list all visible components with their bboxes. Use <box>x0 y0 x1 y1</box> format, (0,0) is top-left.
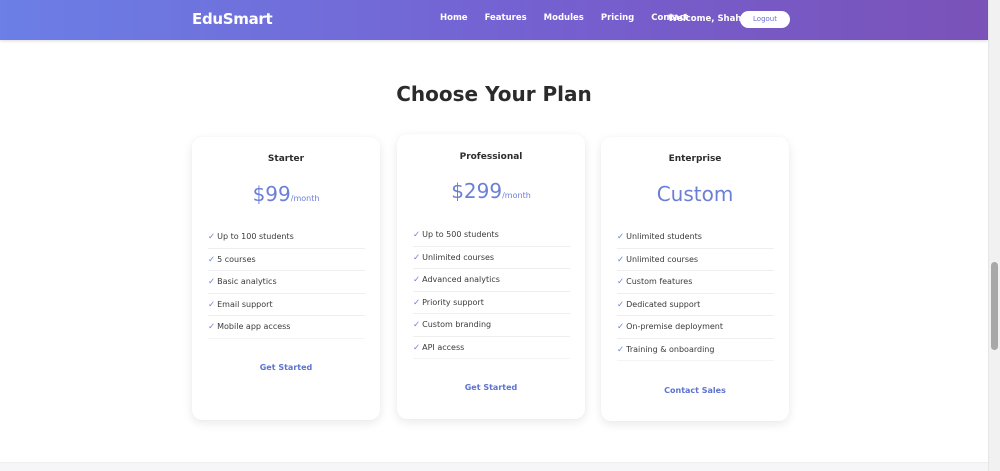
check-icon: ✓ <box>413 275 421 285</box>
feature-item: ✓ Mobile app access <box>208 316 365 339</box>
get-started-button[interactable]: Get Started <box>397 383 585 392</box>
feature-label: Advanced analytics <box>422 275 500 284</box>
check-icon: ✓ <box>617 232 625 242</box>
navbar: EduSmart Home Features Modules Pricing C… <box>0 0 988 40</box>
feature-label: API access <box>422 342 465 352</box>
check-icon: ✓ <box>208 299 216 310</box>
feature-item: ✓ API access <box>413 337 570 359</box>
feature-list: ✓ Up to 100 students ✓ 5 courses ✓ Basic an… <box>208 226 365 339</box>
nav-link-home[interactable]: Home <box>440 13 468 23</box>
brand-logo[interactable]: EduSmart <box>192 10 273 28</box>
section-title: Choose Your Plan <box>396 82 592 106</box>
check-icon: ✓ <box>208 232 216 242</box>
feature-label: Mobile app access <box>217 322 291 331</box>
feature-list: ✓ Up to 500 students ✓ Unlimited courses ✓… <box>413 224 570 359</box>
vertical-scrollbar[interactable] <box>988 0 1000 471</box>
feature-label: Priority support <box>422 297 484 307</box>
feature-item: ✓ Basic analytics <box>208 271 365 294</box>
feature-item: ✓ 5 courses <box>208 249 365 271</box>
nav-link-features[interactable]: Features <box>485 13 527 23</box>
check-icon: ✓ <box>617 254 625 265</box>
feature-list: ✓ Unlimited students ✓ Unlimited courses ✓… <box>617 226 774 361</box>
check-icon: ✓ <box>413 320 421 330</box>
feature-label: On-premise deployment <box>626 322 723 331</box>
check-icon: ✓ <box>413 252 421 263</box>
feature-item: ✓ Email support <box>208 294 365 316</box>
feature-item: ✓ Unlimited courses <box>617 249 774 271</box>
welcome-text: Welcome, Shahd <box>668 14 748 24</box>
check-icon: ✓ <box>208 322 216 332</box>
feature-item: ✓ Custom branding <box>413 314 570 337</box>
check-icon: ✓ <box>208 254 216 265</box>
feature-label: Unlimited courses <box>626 254 699 264</box>
feature-label: Dedicated support <box>626 299 701 309</box>
feature-label: Training & onboarding <box>626 344 715 354</box>
price-period: /month <box>290 194 320 203</box>
check-icon: ✓ <box>413 342 421 353</box>
scrollbar-thumb[interactable] <box>991 262 998 350</box>
nav-links: Home Features Modules Pricing Contact <box>440 13 705 23</box>
contact-sales-button[interactable]: Contact Sales <box>601 386 789 395</box>
nav-link-pricing[interactable]: Pricing <box>601 13 634 23</box>
nav-link-modules[interactable]: Modules <box>544 13 584 23</box>
feature-label: Up to 100 students <box>217 232 294 241</box>
plan-card-starter: Starter $99/month ✓ Up to 100 students ✓ 5… <box>192 137 380 420</box>
feature-label: Basic analytics <box>217 277 277 286</box>
check-icon: ✓ <box>617 344 625 355</box>
plan-card-professional: Professional $299/month ✓ Up to 500 stude… <box>397 134 585 419</box>
feature-item: ✓ Unlimited students <box>617 226 774 249</box>
price-period: /month <box>502 191 531 200</box>
plan-price: $299/month <box>397 179 585 203</box>
check-icon: ✓ <box>617 322 625 332</box>
feature-item: ✓ Custom features <box>617 271 774 294</box>
feature-label: Unlimited students <box>626 232 702 241</box>
plan-card-enterprise: Enterprise Custom ✓ Unlimited students ✓ U… <box>601 137 789 421</box>
feature-item: ✓ Priority support <box>413 292 570 314</box>
next-section-edge <box>0 462 988 471</box>
feature-item: ✓ Advanced analytics <box>413 269 570 292</box>
logout-button[interactable]: Logout <box>740 11 790 28</box>
price-amount: $299 <box>451 179 503 203</box>
feature-item: ✓ Training & onboarding <box>617 339 774 361</box>
feature-label: Custom branding <box>422 320 492 329</box>
check-icon: ✓ <box>617 299 625 310</box>
price-amount: Custom <box>656 182 734 206</box>
check-icon: ✓ <box>413 297 421 308</box>
plan-price: $99/month <box>192 182 380 206</box>
feature-label: Custom features <box>626 277 693 286</box>
feature-item: ✓ Dedicated support <box>617 294 774 316</box>
feature-label: Unlimited courses <box>422 252 495 262</box>
feature-item: ✓ Unlimited courses <box>413 247 570 269</box>
plan-name: Starter <box>267 154 305 164</box>
check-icon: ✓ <box>617 277 625 287</box>
get-started-button[interactable]: Get Started <box>192 363 380 372</box>
feature-label: Up to 500 students <box>422 230 499 239</box>
check-icon: ✓ <box>413 230 421 240</box>
feature-label: Email support <box>217 299 273 309</box>
feature-item: ✓ Up to 100 students <box>208 226 365 249</box>
check-icon: ✓ <box>208 277 216 287</box>
price-amount: $99 <box>252 182 291 206</box>
plan-name: Enterprise <box>668 154 722 164</box>
feature-item: ✓ On-premise deployment <box>617 316 774 339</box>
plan-name: Professional <box>459 152 523 162</box>
plan-price: Custom <box>601 182 789 206</box>
feature-item: ✓ Up to 500 students <box>413 224 570 247</box>
feature-label: 5 courses <box>217 254 256 264</box>
